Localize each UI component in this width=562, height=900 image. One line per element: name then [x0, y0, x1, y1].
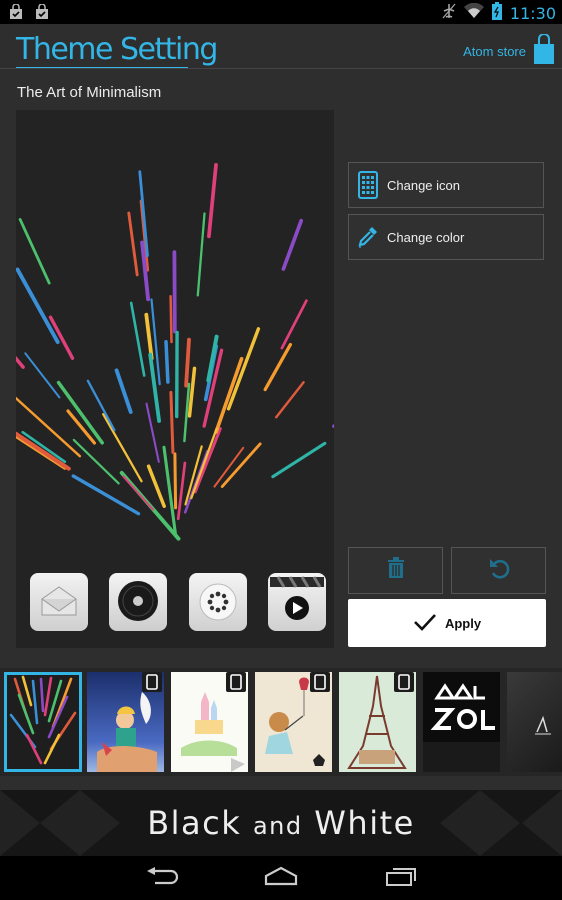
- wallpaper-stroke: [196, 212, 206, 297]
- wallpaper-stroke: [263, 342, 293, 392]
- wallpaper-stroke: [169, 294, 173, 344]
- theme-thumbnail-minimalism[interactable]: [4, 672, 82, 772]
- downloadable-badge: [226, 672, 246, 692]
- wallpaper-art: [16, 163, 334, 541]
- music-app-icon: [109, 573, 168, 631]
- wallpaper-stroke: [122, 475, 154, 511]
- wallpaper-stroke: [16, 396, 82, 458]
- wallpaper-stroke: [280, 299, 308, 350]
- airplane-mode-icon: [442, 3, 456, 24]
- wallpaper-stroke: [226, 327, 261, 411]
- theme-banner[interactable]: Black and White: [0, 790, 562, 856]
- wallpaper-stroke: [173, 452, 178, 510]
- mail-app-icon: [30, 573, 88, 631]
- wallpaper-stroke: [56, 380, 104, 445]
- home-icon: [263, 866, 299, 891]
- dark-texture-thumbnail-art: [535, 715, 551, 735]
- apply-label: Apply: [444, 615, 482, 631]
- theme-thumbnail-dark-texture[interactable]: [507, 672, 562, 772]
- wallpaper-stroke: [18, 218, 51, 285]
- banner-title: Black and White: [0, 804, 562, 842]
- wallpaper-stroke: [127, 211, 139, 277]
- change-color-button[interactable]: Change color: [348, 214, 544, 260]
- shopping-bag-icon: [534, 33, 554, 69]
- change-icon-label: Change icon: [387, 177, 460, 193]
- black-white-thumbnail-art: [423, 683, 500, 772]
- theme-thumbnail-little-prince[interactable]: [87, 672, 164, 772]
- trash-icon: [387, 557, 405, 584]
- apply-button[interactable]: Apply: [348, 599, 546, 647]
- banner-word-white: White: [314, 804, 415, 842]
- wallpaper-stroke: [275, 381, 305, 419]
- navigation-bar: [0, 856, 562, 900]
- downloadable-badge: [142, 672, 162, 692]
- page-title: Theme Setting: [16, 32, 218, 67]
- wallpaper-stroke: [271, 441, 327, 479]
- wallpaper-stroke: [86, 379, 116, 432]
- battery-icon: [491, 2, 502, 25]
- back-button[interactable]: [132, 862, 192, 894]
- wallpaper-stroke: [176, 461, 187, 521]
- undo-icon: [487, 556, 511, 585]
- reset-button[interactable]: [451, 547, 546, 594]
- banner-word-and: and: [252, 812, 303, 840]
- theme-thumbnail-strip[interactable]: [0, 668, 562, 776]
- downloadable-badge: [394, 672, 414, 692]
- wallpaper-stroke: [190, 427, 218, 500]
- shopping-bag-notification-icon: [8, 3, 24, 25]
- video-app-icon: [267, 573, 326, 631]
- home-button[interactable]: [251, 862, 311, 894]
- wallpaper-stroke: [164, 339, 170, 384]
- recent-apps-button[interactable]: [372, 862, 432, 894]
- downloadable-badge: [310, 672, 330, 692]
- wallpaper-stroke: [207, 163, 218, 239]
- wallpaper-stroke: [72, 438, 120, 485]
- eyedropper-icon: [355, 222, 381, 252]
- recent-apps-icon: [385, 865, 419, 892]
- atom-store-label: Atom store: [463, 44, 526, 59]
- minimalism-thumbnail-art: [9, 675, 77, 765]
- atom-store-button[interactable]: Atom store: [463, 33, 554, 69]
- shopping-bag-notification-icon-2: [34, 3, 50, 25]
- theme-thumbnail-fairy-castle[interactable]: [171, 672, 248, 772]
- wallpaper-stroke: [144, 312, 154, 361]
- wallpaper-stroke: [114, 368, 133, 414]
- header: Theme Setting Atom store: [0, 24, 562, 70]
- status-bar: 11:30: [0, 0, 562, 24]
- change-icon-button[interactable]: Change icon: [348, 162, 544, 208]
- preview-dock: [30, 573, 326, 633]
- checkmark-icon: [413, 613, 437, 634]
- theme-thumbnail-eiffel-tower[interactable]: [339, 672, 416, 772]
- theme-thumbnail-girl-balloon[interactable]: [255, 672, 332, 772]
- wallpaper-stroke: [184, 337, 191, 388]
- wallpaper-stroke: [169, 390, 175, 454]
- wallpaper-stroke: [146, 464, 166, 509]
- phone-app-icon: [188, 573, 247, 631]
- wifi-icon: [463, 2, 484, 24]
- change-color-label: Change color: [387, 229, 465, 245]
- wallpaper-stroke: [281, 218, 304, 271]
- phone-grid-icon: [355, 170, 381, 200]
- wallpaper-stroke: [24, 352, 61, 399]
- wallpaper-stroke: [16, 355, 25, 369]
- wallpaper-stroke: [129, 301, 146, 377]
- header-divider: [0, 68, 562, 69]
- status-time: 11:30: [509, 4, 556, 23]
- theme-preview: [16, 110, 334, 648]
- delete-button[interactable]: [348, 547, 443, 594]
- theme-thumbnail-black-white[interactable]: [423, 672, 500, 772]
- wallpaper-stroke: [187, 366, 197, 418]
- back-icon: [145, 866, 179, 891]
- theme-name: The Art of Minimalism: [17, 84, 162, 101]
- wallpaper-stroke: [16, 267, 60, 345]
- wallpaper-stroke: [214, 356, 244, 434]
- banner-word-black: Black: [147, 804, 242, 842]
